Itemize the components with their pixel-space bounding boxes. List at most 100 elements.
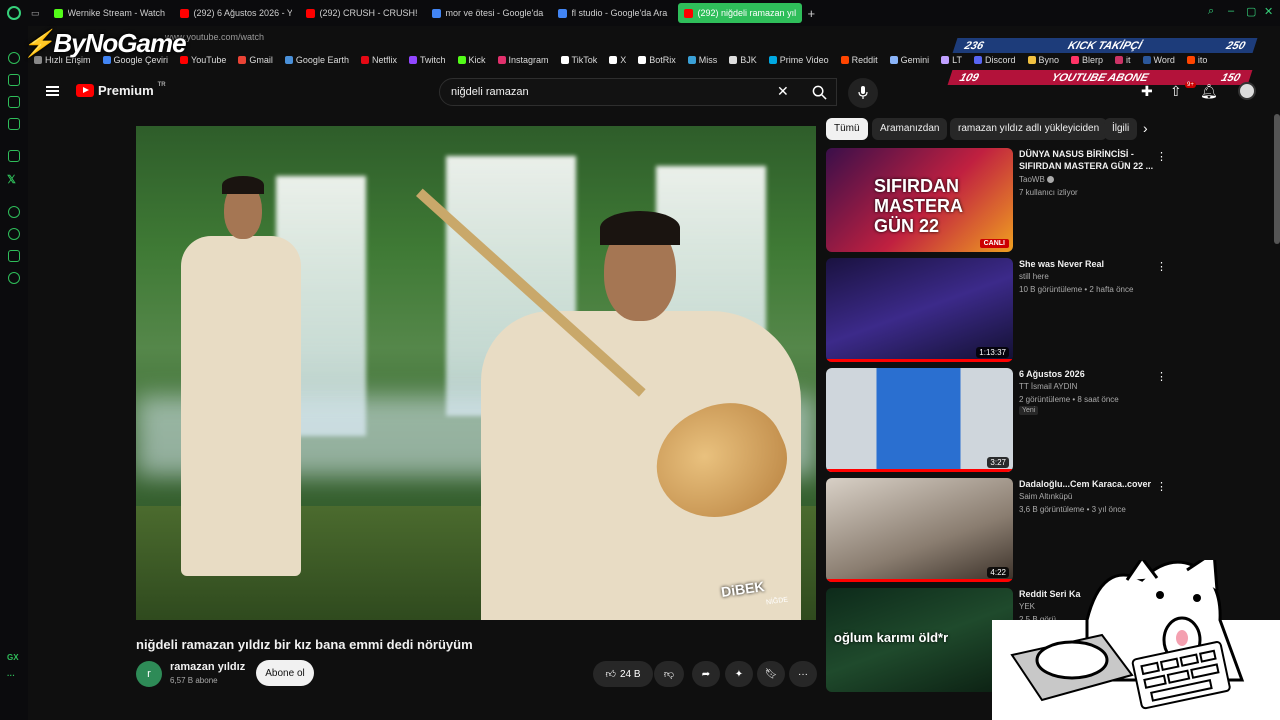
bookmark-item[interactable]: Netflix [360,55,397,65]
menu-icon[interactable] [46,86,59,96]
sidebar-wallet-icon[interactable] [8,96,20,108]
filter-chip[interactable]: ramazan yıldız adlı yükleyiciden [950,118,1108,140]
recommended-video[interactable]: 3:27 6 Ağustos 2026 TT İsmail AYDIN 2 gö… [826,368,1186,472]
bookmark-item[interactable]: Gemini [889,55,929,65]
sidebar-history-icon[interactable] [8,228,20,240]
sidebar-player-icon[interactable] [8,206,20,218]
ask-ai-button[interactable]: ✦ [725,661,753,687]
clear-search-icon[interactable]: ✕ [777,83,789,100]
thumbs-down-icon: 👎︎ [663,669,675,680]
bookmark-item[interactable]: it [1115,55,1131,65]
filter-chip[interactable]: İlgili [1104,118,1138,140]
bookmark-item[interactable]: Instagram [497,55,549,65]
bookmark-label: YouTube [191,55,227,65]
browser-tab[interactable]: mor ve ötesi - Google'da A [426,3,550,23]
notifications-bell-icon[interactable]: 🔔︎ [1200,83,1218,100]
bookmark-favicon-icon [238,56,247,64]
dislike-button[interactable]: 👎︎ [654,661,684,687]
subscribe-button[interactable]: Abone ol [256,660,314,686]
bookmark-item[interactable]: Google Earth [284,55,349,65]
channel-avatar[interactable]: r [136,661,162,687]
sidebar-settings-icon[interactable] [8,272,20,284]
bookmark-item[interactable]: Twitch [408,55,446,65]
sidebar-more-icon[interactable]: ··· [7,671,15,680]
browser-logo-icon[interactable] [7,6,21,20]
bookmark-item[interactable]: BJK [729,55,757,65]
share-button[interactable]: ➦ [692,661,720,687]
sidebar-home-icon[interactable] [8,74,20,86]
video-player[interactable]: DiBEK NİĞDE [136,126,816,620]
channel-name[interactable]: ramazan yıldız [170,661,245,673]
create-icon[interactable]: ✚ [1141,83,1153,100]
video-thumbnail[interactable]: 1:13:37 [826,258,1013,362]
voice-search-button[interactable] [848,78,878,108]
more-options-icon[interactable]: ⋮ [1156,370,1167,383]
chevron-right-icon[interactable]: › [1143,120,1148,136]
recommended-video-title[interactable]: Dadaloğlu...Cem Karaca..cover [1019,478,1154,490]
bookmark-favicon-icon [941,56,950,64]
account-avatar[interactable] [1238,82,1256,100]
bookmark-item[interactable]: Kick [457,55,486,65]
bookmark-item[interactable]: ito [1186,55,1207,65]
bookmark-item[interactable]: LT [941,55,962,65]
recommended-video-title[interactable]: DÜNYA NASUS BİRİNCİSİ - SIFIRDAN MASTERA… [1019,148,1154,172]
search-button[interactable] [801,78,837,106]
filter-chip[interactable]: Tümü [826,118,868,140]
tab-overview-icon[interactable]: ▭ [31,8,40,19]
like-button[interactable]: 👍︎ 24 B [593,661,653,687]
video-thumbnail[interactable]: SIFIRDAN MASTERA GÜN 22 CANLI [826,148,1013,252]
tab-title: mor ve ötesi - Google'da A [445,8,544,18]
video-thumbnail[interactable]: 4:22 [826,478,1013,582]
recommended-channel[interactable]: Saim Altınküpü [1019,492,1072,501]
save-button[interactable]: 🔖︎ [757,661,785,687]
new-tab-button[interactable]: + [808,6,816,21]
sidebar-twitch-icon[interactable] [8,150,20,162]
bookmark-item[interactable]: YouTube [180,55,226,65]
sidebar-gx-icon[interactable]: GX [7,653,19,662]
bookmark-item[interactable]: X [609,55,626,65]
video-duration: 1:13:37 [976,347,1009,358]
more-options-icon[interactable]: ⋮ [1156,480,1167,493]
more-options-icon[interactable]: ⋮ [1156,150,1167,163]
recommended-video[interactable]: SIFIRDAN MASTERA GÜN 22 CANLI DÜNYA NASUS… [826,148,1186,252]
browser-tab[interactable]: Wernike Stream - Watch Li [48,3,172,23]
more-actions-button[interactable]: ··· [789,661,817,687]
bookmark-item[interactable]: Blerp [1071,55,1103,65]
browser-tab[interactable]: (292) CRUSH - CRUSH! | O [300,3,424,23]
bookmark-label: Google Earth [295,55,349,65]
sidebar-x-icon[interactable]: 𝕏 [7,173,16,186]
video-thumbnail[interactable]: 3:27 [826,368,1013,472]
recommended-video-meta: 2 görüntüleme • 8 saat önce [1019,395,1119,404]
search-tabs-icon[interactable]: ⌕ [1208,5,1214,18]
recommended-video-title[interactable]: She was Never Real [1019,258,1154,270]
browser-tab[interactable]: fl studio - Google'da Ara [552,3,676,23]
filter-chip[interactable]: Aramanızdan [872,118,948,140]
upload-icon[interactable]: ⇧ [1170,83,1182,100]
sidebar-ai-icon[interactable] [8,52,20,64]
recommended-channel[interactable]: TaoWB [1019,175,1054,184]
bookmark-item[interactable]: Word [1142,55,1175,65]
browser-tab[interactable]: (292) niğdeli ramazan yıldı: [677,3,802,23]
youtube-logo[interactable]: Premium TR [76,82,166,98]
recommended-channel[interactable]: TT İsmail AYDIN [1019,382,1077,391]
maximize-icon[interactable]: ▢ [1246,5,1256,18]
minimize-icon[interactable]: – [1228,5,1234,17]
bookmark-item[interactable]: Miss [687,55,717,65]
recommended-channel[interactable]: still here [1019,272,1049,281]
recommended-video-title[interactable]: 6 Ağustos 2026 [1019,368,1154,380]
bookmark-item[interactable]: TikTok [560,55,597,65]
sidebar-extensions-icon[interactable] [8,250,20,262]
browser-tab[interactable]: (292) 6 Ağustos 2026 - Yo [174,3,298,23]
bookmark-item[interactable]: Discord [974,55,1016,65]
bookmark-item[interactable]: BotRix [638,55,676,65]
bookmark-item[interactable]: Prime Video [768,55,829,65]
close-window-icon[interactable]: ✕ [1264,5,1273,18]
bookmark-item[interactable]: Gmail [238,55,273,65]
sidebar-music-icon[interactable] [8,118,20,130]
recommended-video[interactable]: 1:13:37 She was Never Real still here 10… [826,258,1186,362]
more-options-icon[interactable]: ⋮ [1156,260,1167,273]
video-thumbnail[interactable]: oğlum karımı öld*r [826,588,1013,692]
bookmark-item[interactable]: Byno [1027,55,1059,65]
bookmark-item[interactable]: Reddit [840,55,878,65]
page-scrollbar[interactable] [1274,114,1280,244]
